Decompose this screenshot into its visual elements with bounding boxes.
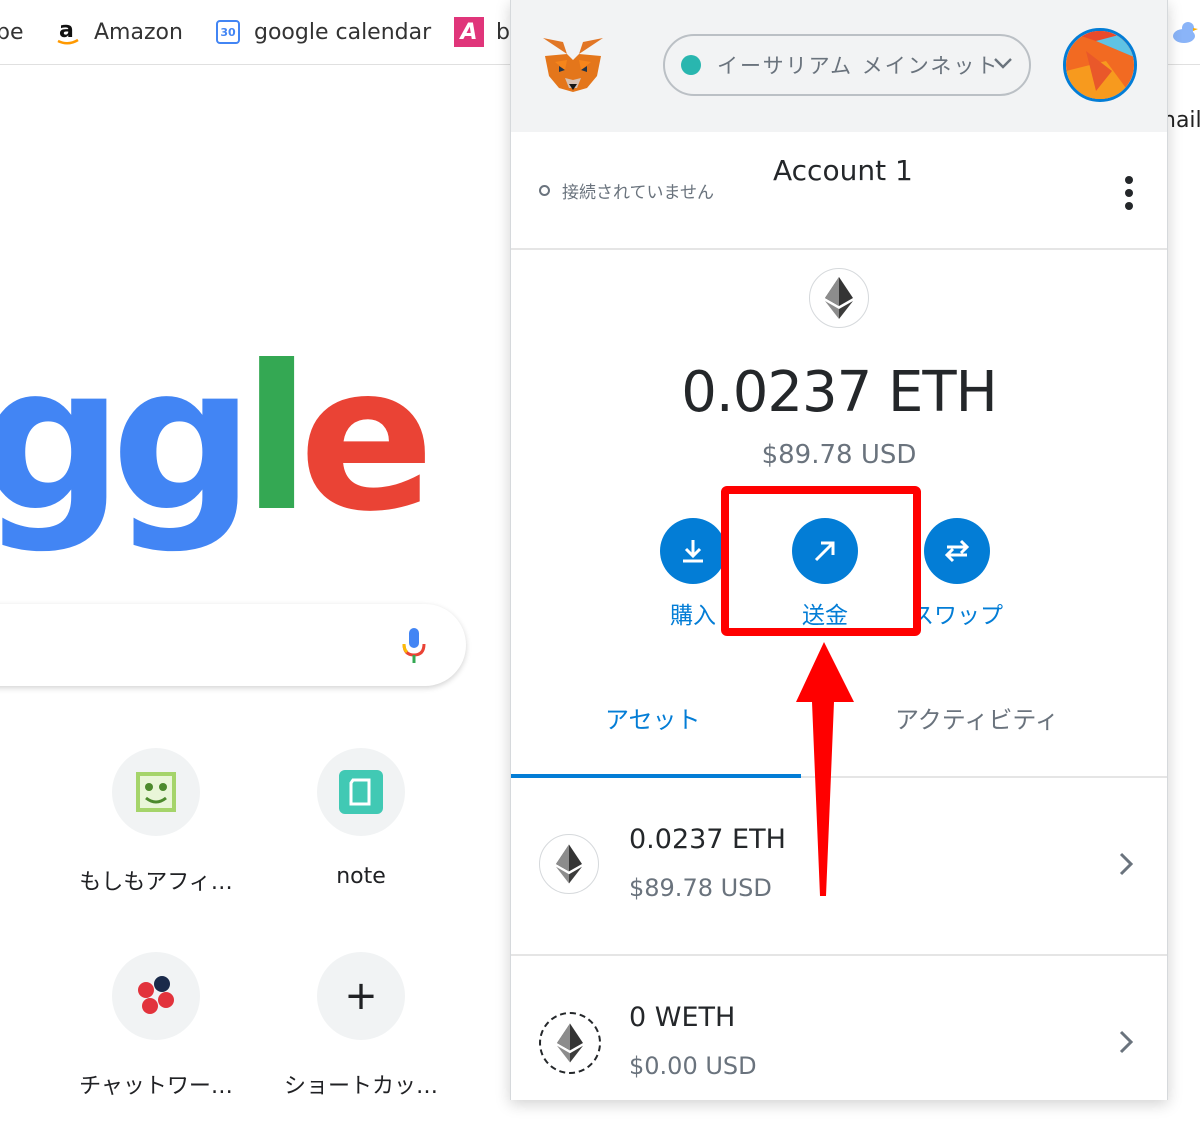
chatwork-icon	[112, 952, 200, 1040]
shortcut-label: ショートカッ…	[283, 1074, 438, 1099]
network-status-dot	[681, 55, 701, 75]
bookmark-amazon[interactable]: a Amazon	[54, 14, 183, 50]
send-highlight-box	[721, 486, 921, 636]
asset-row-weth[interactable]: 0 WETH $0.00 USD	[511, 956, 1167, 1132]
asset-usd: $0.00 USD	[629, 1052, 757, 1080]
note-icon	[317, 748, 405, 836]
shortcut-label: note	[336, 864, 386, 889]
duck-icon[interactable]	[1170, 18, 1198, 46]
shortcut-add[interactable]: + ショートカッ…	[271, 952, 451, 1100]
google-search-box[interactable]	[0, 604, 466, 686]
svg-text:a: a	[59, 18, 74, 43]
account-avatar[interactable]	[1063, 28, 1137, 102]
asset-row-eth[interactable]: 0.0237 ETH $89.78 USD	[511, 778, 1167, 956]
shortcut-label: チャットワー…	[79, 1074, 233, 1099]
a-bookmark-icon: A	[454, 17, 484, 47]
account-name[interactable]: Account 1	[773, 154, 913, 187]
eth-icon	[539, 834, 599, 894]
asset-amount: 0 WETH	[629, 1002, 736, 1033]
bookmark-calendar-label: google calendar	[254, 19, 432, 45]
microphone-icon[interactable]	[400, 626, 428, 666]
google-logo: ggle	[0, 323, 435, 556]
moshimo-icon	[112, 748, 200, 836]
account-bar: 接続されていません Account 1	[511, 132, 1167, 250]
network-label: イーサリアム メインネット	[717, 54, 1000, 78]
tab-assets[interactable]: アセット	[605, 700, 701, 735]
weth-icon	[539, 1012, 601, 1074]
bookmark-google-calendar[interactable]: 30 google calendar	[214, 14, 431, 50]
asset-usd: $89.78 USD	[629, 874, 772, 902]
swap-icon	[924, 518, 990, 584]
chevron-right-icon	[1119, 852, 1134, 876]
shortcut-moshimo[interactable]: もしもアフィ…	[66, 748, 246, 896]
shortcut-note[interactable]: note	[271, 748, 451, 889]
bookmark-b-label: b	[496, 19, 510, 45]
chevron-down-icon	[994, 58, 1012, 69]
metamask-header: イーサリアム メインネット	[511, 0, 1167, 132]
bookmark-partial[interactable]: be	[0, 14, 24, 50]
account-options-icon[interactable]	[1123, 176, 1135, 210]
connection-status-icon	[539, 185, 550, 196]
eth-icon	[809, 268, 869, 328]
network-selector[interactable]: イーサリアム メインネット	[663, 34, 1031, 96]
connection-status[interactable]: 接続されていません	[539, 178, 714, 203]
balance-usd: $89.78 USD	[761, 440, 917, 470]
tab-activity[interactable]: アクティビティ	[895, 700, 1059, 735]
connection-status-label: 接続されていません	[562, 183, 714, 203]
balance-amount: 0.0237 ETH	[681, 360, 997, 425]
download-icon	[660, 518, 726, 584]
shortcut-chatwork[interactable]: チャットワー…	[66, 952, 246, 1100]
bookmark-partial-label: be	[0, 19, 24, 45]
amazon-icon: a	[54, 18, 82, 46]
bookmark-amazon-label: Amazon	[94, 19, 183, 45]
calendar-icon: 30	[214, 18, 242, 46]
tab-bar: アセット アクティビティ	[511, 678, 1167, 778]
shortcut-label: もしもアフィ…	[79, 870, 233, 895]
asset-amount: 0.0237 ETH	[629, 824, 786, 855]
chevron-right-icon	[1119, 1030, 1134, 1054]
metamask-fox-icon[interactable]	[541, 36, 605, 96]
bookmark-b[interactable]: A b	[454, 14, 510, 50]
metamask-popup: イーサリアム メインネット 接続されていません Account 1 0.0237…	[510, 0, 1168, 1100]
add-icon: +	[317, 952, 405, 1040]
